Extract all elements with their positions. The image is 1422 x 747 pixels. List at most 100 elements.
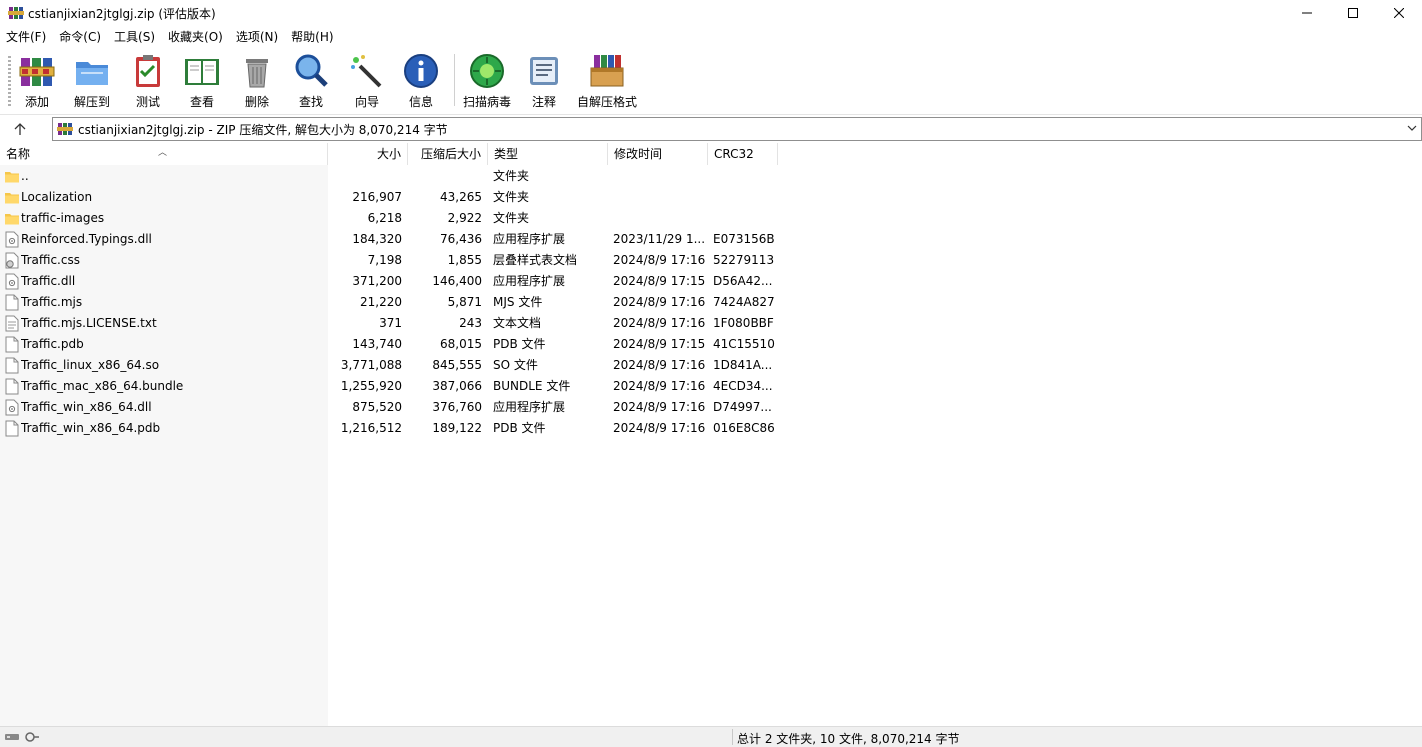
file-crc: [713, 187, 775, 208]
chevron-down-icon[interactable]: [1405, 121, 1419, 135]
sfx-button[interactable]: 自解压格式: [576, 52, 638, 110]
maximize-icon: [1348, 8, 1358, 18]
menu-file[interactable]: 文件(F): [0, 26, 53, 48]
minimize-icon: [1302, 12, 1312, 14]
file-packed-size: 68,015: [440, 337, 482, 351]
file-size: 21,220: [360, 295, 402, 309]
magnifier-icon: [295, 54, 328, 87]
file-size: 3,771,088: [340, 358, 402, 372]
column-modified-label: 修改时间: [614, 147, 663, 161]
column-size-label: 大小: [376, 147, 401, 161]
dll-file-icon: [5, 273, 19, 290]
virus-scan-icon: [470, 54, 504, 88]
file-type: 文件夹: [493, 169, 530, 183]
comment-button[interactable]: 注释: [525, 52, 563, 110]
info-icon: [404, 54, 438, 88]
file-size: [328, 166, 402, 187]
column-name-label: 名称: [6, 147, 31, 161]
file-modified: [613, 208, 705, 229]
menu-options[interactable]: 选项(N): [230, 26, 285, 48]
address-combobox[interactable]: cstianjixian2jtglgj.zip - ZIP 压缩文件, 解包大小…: [52, 117, 1422, 141]
menu-help[interactable]: 帮助(H): [285, 26, 340, 48]
file-size: 1,216,512: [340, 421, 402, 435]
virus-scan-button[interactable]: 扫描病毒: [462, 52, 512, 110]
test-button[interactable]: 测试: [129, 52, 167, 110]
file-row[interactable]: Traffic_mac_x86_64.bundle 1,255,920 387,06…: [0, 376, 1422, 397]
file-size: 216,907: [352, 190, 402, 204]
file-icon: [5, 420, 19, 437]
column-modified[interactable]: 修改时间: [608, 143, 708, 165]
file-modified: 2024/8/9 17:16: [613, 295, 705, 309]
file-type: 文件夹: [493, 190, 530, 204]
file-type: 文件夹: [493, 211, 530, 225]
file-size: 371: [379, 316, 402, 330]
file-packed-size: 845,555: [432, 358, 482, 372]
view-button[interactable]: 查看: [181, 52, 223, 110]
file-row[interactable]: Traffic.mjs.LICENSE.txt 371 243 文本文档 2024/8/…: [0, 313, 1422, 334]
test-label: 测试: [135, 95, 160, 109]
file-row[interactable]: Traffic_win_x86_64.pdb 1,216,512 189,122 PD…: [0, 418, 1422, 439]
file-modified: 2024/8/9 17:16: [613, 379, 705, 393]
file-row[interactable]: traffic-images 6,218 2,922 文件夹: [0, 208, 1422, 229]
minimize-button[interactable]: [1284, 0, 1330, 26]
file-row[interactable]: Localization 216,907 43,265 文件夹: [0, 187, 1422, 208]
find-button[interactable]: 查找: [292, 52, 330, 110]
column-header: 名称 ︿ 大小 压缩后大小 类型 修改时间 CRC32: [0, 143, 1422, 165]
toolbar-grip[interactable]: [8, 56, 11, 106]
file-row[interactable]: Traffic.mjs 21,220 5,871 MJS 文件 2024/8/9 17:…: [0, 292, 1422, 313]
close-button[interactable]: [1376, 0, 1422, 26]
wizard-wand-icon: [351, 55, 382, 88]
file-row[interactable]: Traffic.css 7,198 1,855 层叠样式表文档 2024/8/9 17:…: [0, 250, 1422, 271]
wizard-button[interactable]: 向导: [348, 52, 386, 110]
add-button[interactable]: 添加: [18, 52, 56, 110]
file-packed-size: [408, 166, 482, 187]
file-type: 层叠样式表文档: [493, 253, 578, 267]
file-row[interactable]: Traffic_linux_x86_64.so 3,771,088 845,555 S…: [0, 355, 1422, 376]
column-crc[interactable]: CRC32: [708, 143, 778, 165]
up-one-level-button[interactable]: [10, 119, 30, 139]
menu-bar: 文件(F) 命令(C) 工具(S) 收藏夹(O) 选项(N) 帮助(H): [0, 26, 1422, 48]
file-modified: 2024/8/9 17:15: [613, 337, 705, 351]
delete-button[interactable]: 删除: [238, 52, 276, 110]
file-modified: 2024/8/9 17:15: [613, 274, 705, 288]
menu-favorites[interactable]: 收藏夹(O): [162, 26, 230, 48]
file-modified: 2024/8/9 17:16: [613, 358, 705, 372]
file-row[interactable]: Traffic_win_x86_64.dll 875,520 376,760 应用程序…: [0, 397, 1422, 418]
file-crc: D74997...: [713, 400, 772, 414]
maximize-button[interactable]: [1330, 0, 1376, 26]
menu-commands[interactable]: 命令(C): [53, 26, 108, 48]
file-type: 应用程序扩展: [493, 274, 566, 288]
file-type: PDB 文件: [493, 421, 546, 435]
extract-to-button[interactable]: 解压到: [72, 52, 112, 110]
address-text: cstianjixian2jtglgj.zip - ZIP 压缩文件, 解包大小…: [78, 123, 448, 137]
file-name: Traffic.css: [21, 253, 80, 267]
file-row[interactable]: Reinforced.Typings.dll 184,320 76,436 应用程序扩…: [0, 229, 1422, 250]
file-row[interactable]: Traffic.dll 371,200 146,400 应用程序扩展 2024/8/9 …: [0, 271, 1422, 292]
file-row[interactable]: Traffic.pdb 143,740 68,015 PDB 文件 2024/8/9 1…: [0, 334, 1422, 355]
comment-note-icon: [530, 57, 558, 85]
column-packed[interactable]: 压缩后大小: [408, 143, 488, 165]
file-modified: 2024/8/9 17:16: [613, 400, 705, 414]
file-crc: 41C15510: [713, 337, 775, 351]
file-name: ..: [21, 169, 29, 183]
file-icon: [5, 357, 19, 374]
file-icon: [5, 336, 19, 353]
file-size: 143,740: [352, 337, 402, 351]
file-crc: 52279113: [713, 253, 775, 267]
file-size: 1,255,920: [340, 379, 402, 393]
file-size: 371,200: [352, 274, 402, 288]
file-crc: D56A42...: [713, 274, 773, 288]
column-crc-label: CRC32: [714, 147, 754, 161]
menu-tools[interactable]: 工具(S): [108, 26, 162, 48]
file-row[interactable]: .. 文件夹: [0, 166, 1422, 187]
file-type: BUNDLE 文件: [493, 379, 571, 393]
column-name[interactable]: 名称 ︿: [0, 143, 328, 165]
folder-icon: [5, 172, 19, 183]
winrar-app-icon: [8, 7, 24, 19]
column-type[interactable]: 类型: [488, 143, 608, 165]
column-size[interactable]: 大小: [328, 143, 408, 165]
file-icon: [5, 378, 19, 395]
info-button[interactable]: 信息: [402, 52, 440, 110]
info-label: 信息: [408, 95, 433, 109]
test-clipboard-icon: [136, 55, 160, 87]
